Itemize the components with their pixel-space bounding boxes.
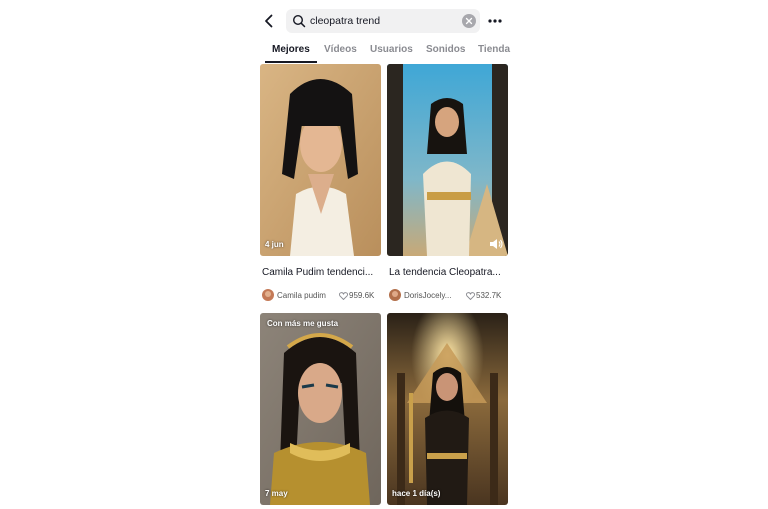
more-options-button[interactable] (488, 12, 502, 30)
clear-search-button[interactable] (462, 14, 476, 28)
tab-tienda[interactable]: Tienda (478, 44, 510, 55)
post-date: 4 jun (265, 240, 284, 249)
tab-usuarios[interactable]: Usuarios (370, 44, 413, 55)
heart-icon (466, 292, 475, 300)
video-thumbnail[interactable]: Con más me gusta 7 may (260, 313, 381, 505)
username[interactable]: DorisJocely... (404, 291, 451, 300)
tab-videos[interactable]: Vídeos (324, 44, 357, 55)
clear-icon (465, 17, 473, 25)
speaker-icon[interactable] (489, 238, 503, 250)
video-caption[interactable]: Camila Pudim tendenci... (262, 267, 380, 278)
tab-sonidos[interactable]: Sonidos (426, 44, 465, 55)
chevron-left-icon (265, 14, 273, 28)
heart-icon (339, 292, 348, 300)
avatar[interactable] (262, 289, 274, 301)
video-thumbnail[interactable]: 4 jun (260, 64, 381, 256)
search-icon (292, 14, 306, 28)
back-button[interactable] (259, 11, 279, 31)
top-liked-badge: Con más me gusta (267, 319, 339, 328)
search-results-screen: Mejores Vídeos Usuarios Sonidos Tienda (252, 0, 518, 509)
post-date: hace 1 día(s) (392, 489, 441, 498)
video-meta: Camila pudim 959.6K (262, 289, 383, 303)
video-thumbnail[interactable] (387, 64, 508, 256)
tab-mejores[interactable]: Mejores (272, 44, 310, 55)
like-count: 959.6K (339, 291, 374, 300)
active-tab-indicator (265, 61, 317, 63)
video-meta: DorisJocely... 532.7K (389, 289, 510, 303)
post-date: 7 may (265, 489, 288, 498)
video-thumbnail[interactable]: hace 1 día(s) (387, 313, 508, 505)
avatar[interactable] (389, 289, 401, 301)
search-tabs: Mejores Vídeos Usuarios Sonidos Tienda (252, 38, 518, 64)
video-caption[interactable]: La tendencia Cleopatra... (389, 267, 507, 278)
like-count: 532.7K (466, 291, 501, 300)
more-icon (488, 19, 502, 23)
search-input[interactable] (310, 15, 460, 27)
search-bar[interactable] (286, 9, 480, 33)
username[interactable]: Camila pudim (277, 291, 326, 300)
